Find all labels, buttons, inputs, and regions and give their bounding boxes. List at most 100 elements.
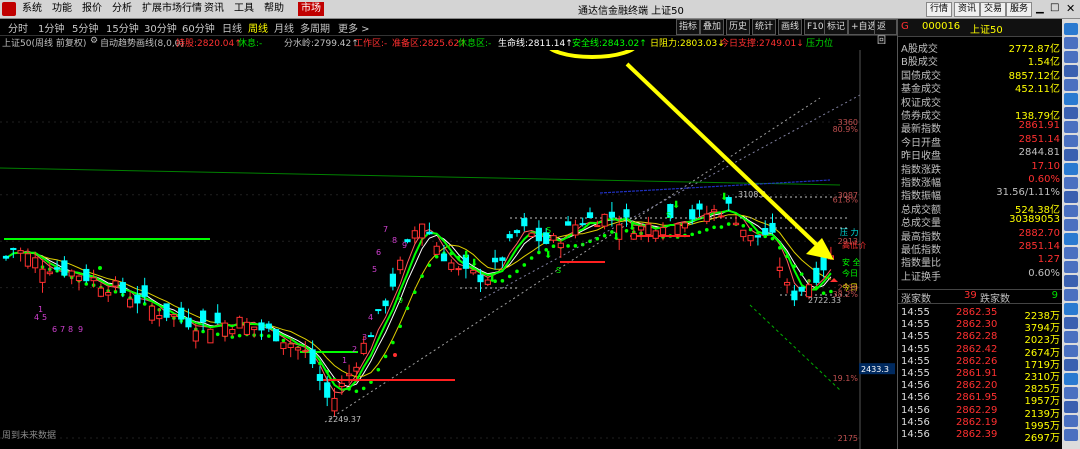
side-tool-icon[interactable]: [1064, 261, 1078, 273]
menu-analysis[interactable]: 分析: [112, 2, 132, 16]
minimize-icon[interactable]: ▁: [1036, 3, 1044, 14]
btn-trade[interactable]: 交易: [980, 2, 1007, 17]
side-tool-icon[interactable]: [1064, 79, 1078, 91]
gear-icon[interactable]: ⚙: [90, 36, 98, 46]
btn-back[interactable]: 返回: [874, 19, 897, 46]
tick-time: 14:55: [901, 368, 930, 379]
period-month[interactable]: 月线: [274, 20, 294, 35]
period-fenshi[interactable]: 分时: [8, 20, 28, 35]
candle-body: [258, 322, 265, 331]
tick-time: 14:55: [901, 355, 930, 367]
btn-draw[interactable]: 画线: [778, 19, 803, 35]
side-tool-icon[interactable]: [1064, 401, 1078, 413]
lifeline-dot: [712, 225, 716, 230]
side-tool-icon[interactable]: [1064, 219, 1078, 231]
candle-body: [302, 350, 309, 353]
btn-stats[interactable]: 统计: [752, 19, 777, 35]
lifeline-dot: [573, 244, 578, 248]
side-tool-icon[interactable]: [1064, 289, 1078, 301]
candle-body: [251, 326, 258, 331]
menu-news[interactable]: 资讯: [204, 2, 224, 16]
lifeline-dot: [814, 285, 819, 290]
period-more[interactable]: 更多 >: [338, 20, 370, 35]
tick-time: 14:56: [901, 380, 930, 392]
period-15min[interactable]: 15分钟: [106, 20, 139, 35]
side-tool-icon[interactable]: [1064, 317, 1078, 329]
side-tool-icon[interactable]: [1064, 93, 1078, 105]
side-tool-icon[interactable]: [1064, 177, 1078, 189]
pct-tick-label: 38.2%: [833, 290, 859, 299]
menu-quote[interactable]: 报价: [82, 2, 102, 16]
side-tool-icon[interactable]: [1064, 429, 1078, 441]
lifeline-dot: [602, 233, 607, 238]
btn-service[interactable]: 服务: [1006, 2, 1033, 17]
side-tool-icon[interactable]: [1064, 303, 1078, 315]
info-work: 工作区:-: [354, 36, 387, 49]
menu-help[interactable]: 帮助: [264, 2, 284, 16]
menu-system[interactable]: 系统: [22, 2, 42, 16]
period-week[interactable]: 周线: [248, 20, 268, 35]
side-tool-icon[interactable]: [1064, 149, 1078, 161]
side-tool-icon[interactable]: [1064, 23, 1078, 35]
btn-history[interactable]: 历史: [726, 19, 751, 35]
period-multi[interactable]: 多周期: [300, 20, 330, 35]
side-tool-icon[interactable]: [1064, 345, 1078, 357]
side-tool-icon[interactable]: [1064, 415, 1078, 427]
side-tool-icon[interactable]: [1064, 331, 1078, 343]
side-tool-icon[interactable]: [1064, 135, 1078, 147]
side-tool-icon[interactable]: [1064, 121, 1078, 133]
period-60min[interactable]: 60分钟: [182, 20, 215, 35]
indicator-name[interactable]: 自动趋势画线(8,0,0): [100, 36, 184, 49]
side-tool-icon[interactable]: [1064, 373, 1078, 385]
candle-body: [105, 292, 112, 296]
period-day[interactable]: 日线: [222, 20, 242, 35]
quote-row-label: 上证换手: [901, 271, 941, 283]
candle-body: [557, 242, 564, 249]
btn-overlay[interactable]: 叠加: [700, 19, 725, 35]
side-tool-icon[interactable]: [1064, 387, 1078, 399]
menu-function[interactable]: 功能: [52, 2, 72, 16]
menu-market[interactable]: 市场: [298, 2, 324, 16]
candle-body: [645, 223, 652, 236]
menu-tools[interactable]: 工具: [234, 2, 254, 16]
period-1min[interactable]: 1分钟: [38, 20, 64, 35]
candle-body: [550, 235, 557, 241]
side-tool-icon[interactable]: [1064, 51, 1078, 63]
side-tool-icon[interactable]: [1064, 275, 1078, 287]
candle-body: [433, 245, 440, 255]
candlestick-chart[interactable]: 4 516 7 8 99876543219SSS⬇⬇⬇⬇⬇⬇⬇⬇ 3108.02249.3…: [0, 50, 897, 449]
side-tool-icon[interactable]: [1064, 107, 1078, 119]
side-tool-icon[interactable]: [1064, 233, 1078, 245]
btn-market[interactable]: 行情: [926, 2, 953, 17]
side-tool-icon[interactable]: [1064, 247, 1078, 259]
candle-body: [601, 213, 608, 227]
side-tool-icon[interactable]: [1064, 205, 1078, 217]
candle-body: [243, 321, 251, 335]
lifeline-dot: [756, 231, 760, 235]
period-30min[interactable]: 30分钟: [144, 20, 177, 35]
price-cursor-label: 2433.3: [861, 365, 889, 374]
btn-news[interactable]: 资讯: [954, 2, 981, 17]
lifeline-dot: [741, 223, 746, 228]
tick-row: 14:56 2862.19 1995万: [898, 417, 1062, 432]
maximize-icon[interactable]: □: [1050, 2, 1059, 13]
side-tool-icon[interactable]: [1064, 37, 1078, 49]
bottom-note: 周到未来数据: [2, 431, 57, 441]
side-tool-icon[interactable]: [1064, 359, 1078, 371]
info-work-value: -: [384, 39, 388, 49]
candle-body: [718, 215, 725, 218]
quote-row-value: 0.60%: [1028, 267, 1060, 279]
lifeline-dot: [770, 236, 775, 241]
side-tool-icon[interactable]: [1064, 191, 1078, 203]
close-icon[interactable]: ✕: [1066, 2, 1075, 15]
menu-ext-market[interactable]: 扩展市场行情: [142, 2, 202, 16]
side-tool-icon[interactable]: [1064, 163, 1078, 175]
lifeline-dot: [792, 264, 797, 268]
candle-body: [353, 366, 360, 372]
btn-indicator[interactable]: 指标: [676, 19, 701, 35]
btn-mark[interactable]: 标记: [824, 19, 849, 35]
candle-body: [674, 223, 681, 235]
side-tool-icon[interactable]: [1064, 65, 1078, 77]
period-5min[interactable]: 5分钟: [72, 20, 98, 35]
pct-tick-label: 61.8%: [833, 195, 859, 204]
